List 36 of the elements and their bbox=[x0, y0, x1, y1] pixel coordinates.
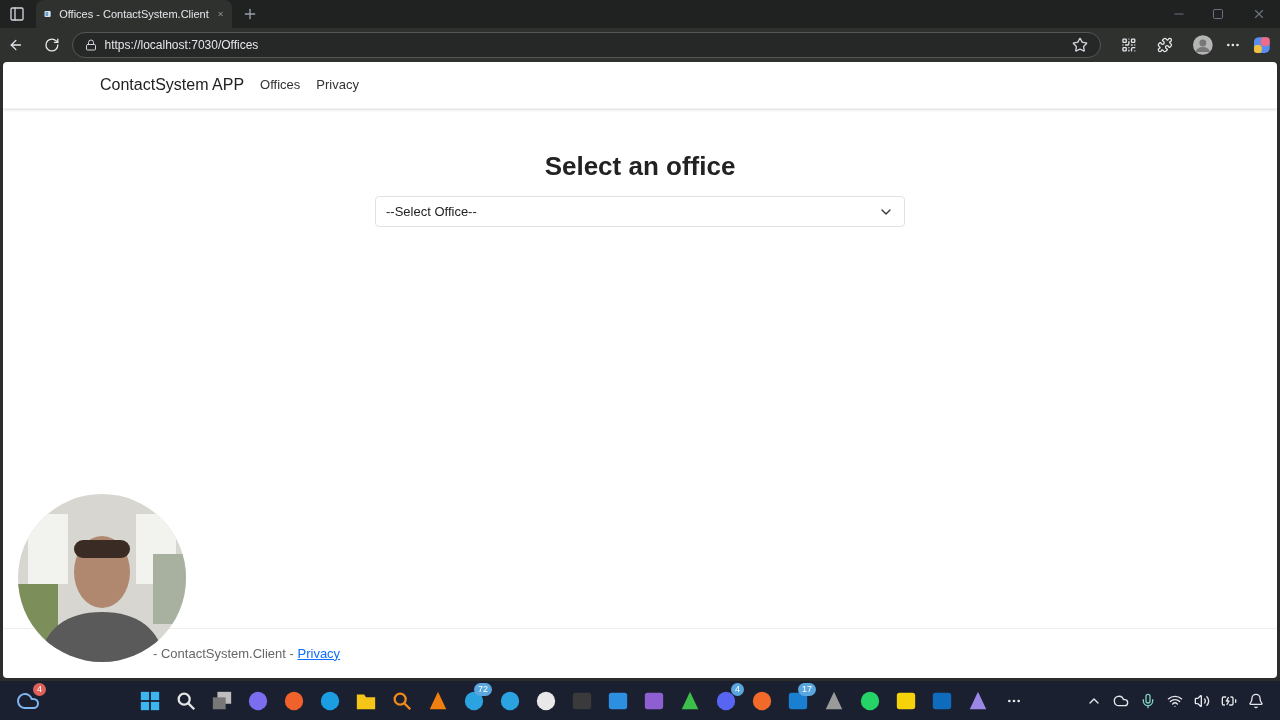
app-icon[interactable] bbox=[859, 689, 881, 712]
browser-tab[interactable]: Offices - ContactSystem.Client bbox=[36, 0, 232, 28]
page-heading: Select an office bbox=[544, 150, 736, 183]
address-bar[interactable]: https://localhost:7030/Offices bbox=[71, 32, 1102, 58]
volume-icon[interactable] bbox=[1194, 692, 1210, 709]
app-icon[interactable] bbox=[139, 689, 161, 712]
office-select[interactable]: --Select Office-- bbox=[375, 196, 905, 227]
back-icon[interactable] bbox=[8, 37, 24, 53]
nav-link[interactable]: Offices bbox=[260, 75, 301, 95]
notification-badge: 17 bbox=[798, 682, 816, 696]
notification-badge: 4 bbox=[33, 682, 46, 696]
app-icon[interactable] bbox=[499, 689, 521, 712]
qr-code-icon[interactable] bbox=[1121, 37, 1138, 53]
reload-icon[interactable] bbox=[43, 37, 60, 53]
notifications-icon[interactable] bbox=[1248, 692, 1264, 709]
restore-icon[interactable] bbox=[1212, 8, 1224, 20]
lock-icon bbox=[84, 39, 97, 51]
tab-title: Offices - ContactSystem.Client bbox=[59, 6, 209, 22]
copilot-icon[interactable] bbox=[1252, 35, 1272, 55]
close-icon[interactable] bbox=[1252, 7, 1266, 21]
profile-icon[interactable] bbox=[1192, 35, 1213, 55]
footer-text: - ContactSystem.Client - bbox=[153, 644, 295, 663]
notification-badge: 72 bbox=[474, 682, 492, 696]
privacy-link[interactable]: Privacy bbox=[297, 643, 341, 664]
app-icon[interactable] bbox=[211, 689, 233, 712]
app-icon[interactable] bbox=[319, 689, 341, 712]
app-icon[interactable] bbox=[715, 689, 737, 712]
app-icon[interactable] bbox=[535, 689, 557, 712]
new-tab-icon[interactable] bbox=[242, 6, 258, 22]
tab-actions-icon[interactable] bbox=[9, 6, 25, 22]
nav-link[interactable]: Privacy bbox=[316, 75, 359, 95]
microphone-icon[interactable] bbox=[1140, 692, 1156, 709]
notification-badge: 4 bbox=[731, 682, 744, 696]
favorite-icon[interactable] bbox=[1072, 37, 1089, 53]
brand-link[interactable]: ContactSystem APP bbox=[100, 73, 245, 97]
extensions-icon[interactable] bbox=[1157, 37, 1173, 53]
